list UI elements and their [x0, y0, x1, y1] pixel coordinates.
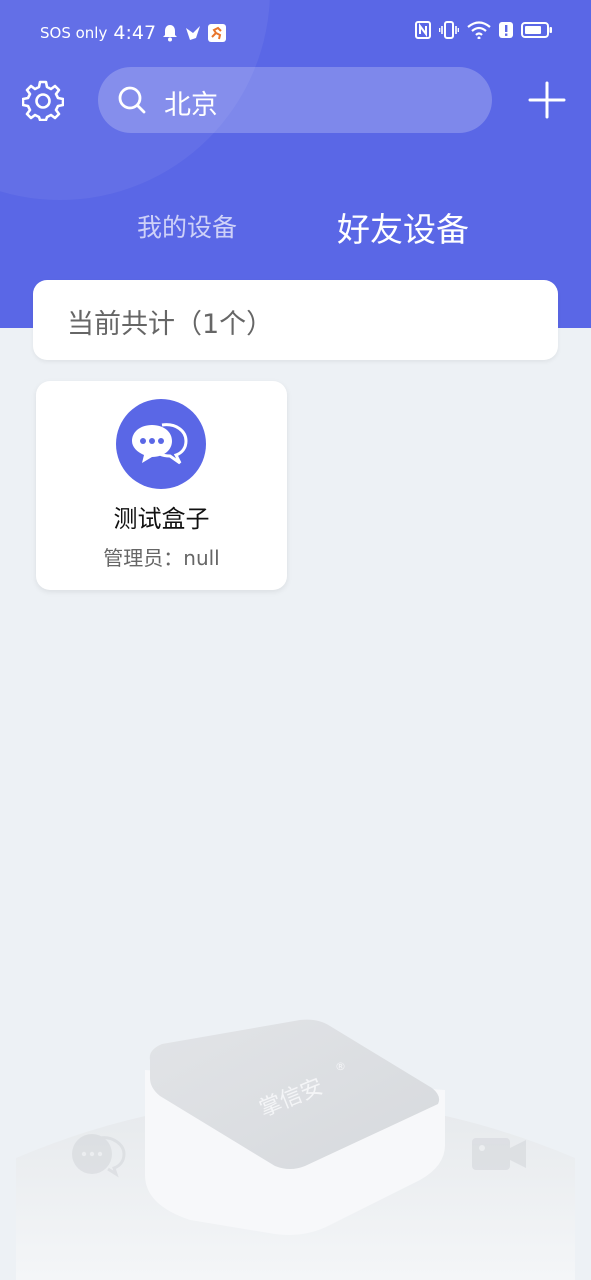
- bird-app-icon: [186, 26, 201, 40]
- svg-text:®: ®: [335, 1060, 346, 1073]
- device-count-card: 当前共计（1个）: [33, 280, 558, 360]
- header-banner: SOS only 4:47 北京 我的设备 好友设备: [0, 0, 591, 328]
- device-admin: 管理员：null: [103, 546, 220, 570]
- chat-bubbles-icon: [132, 423, 188, 465]
- nfc-icon: [415, 21, 431, 39]
- search-input[interactable]: 北京: [164, 83, 218, 122]
- search-icon: [118, 86, 146, 114]
- status-bar: SOS only 4:47: [0, 0, 591, 66]
- device-name: 测试盒子: [113, 505, 210, 533]
- device-count-text: 当前共计（1个）: [67, 309, 274, 340]
- device-card[interactable]: 测试盒子 管理员：null: [36, 381, 287, 590]
- add-device-plus-icon[interactable]: [527, 80, 567, 120]
- alert-icon: [499, 22, 513, 38]
- search-bar[interactable]: 北京: [98, 67, 492, 133]
- carrier-text: SOS only: [40, 24, 108, 42]
- bell-icon: [163, 25, 178, 42]
- device-box-illustration: 掌信安 ®: [16, 1019, 575, 1280]
- clock-text: 4:47: [113, 22, 157, 44]
- wifi-icon: [467, 21, 491, 39]
- battery-icon: [521, 22, 552, 38]
- tab-my-devices[interactable]: 我的设备: [137, 208, 237, 244]
- vibrate-icon: [439, 21, 459, 39]
- device-avatar: [116, 399, 206, 489]
- settings-gear-icon[interactable]: [22, 79, 64, 121]
- tab-friend-devices[interactable]: 好友设备: [337, 203, 469, 251]
- runner-app-icon: [208, 24, 227, 42]
